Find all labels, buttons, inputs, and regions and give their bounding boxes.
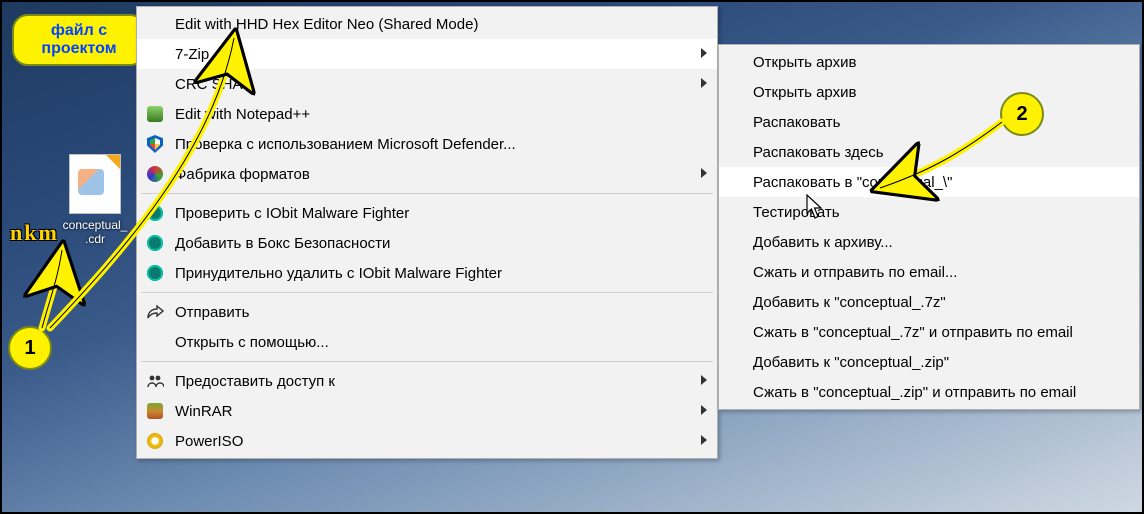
submenu-item-label: Сжать в "conceptual_.7z" и отправить по … <box>753 324 1073 341</box>
submenu-item-7[interactable]: Сжать и отправить по email... <box>719 257 1139 287</box>
menu-item-0[interactable]: Edit with HHD Hex Editor Neo (Shared Mod… <box>137 9 717 39</box>
share-icon <box>145 302 165 322</box>
submenu-item-1[interactable]: Открыть архив <box>719 77 1139 107</box>
submenu-item-10[interactable]: Добавить к "conceptual_.zip" <box>719 347 1139 377</box>
submenu-item-label: Сжать и отправить по email... <box>753 264 957 281</box>
submenu-item-label: Сжать в "conceptual_.zip" и отправить по… <box>753 384 1076 401</box>
menu-item-label: Предоставить доступ к <box>175 373 335 390</box>
screenshot-frame: conceptual_ .cdr nkm файл с проектом Edi… <box>0 0 1144 514</box>
submenu-arrow-icon <box>701 405 707 415</box>
blank-icon <box>145 332 165 352</box>
menu-item-15[interactable]: WinRAR <box>137 396 717 426</box>
people-icon <box>145 371 165 391</box>
watermark-text: nkm <box>10 220 59 246</box>
menu-item-14[interactable]: Предоставить доступ к <box>137 366 717 396</box>
menu-item-2[interactable]: CRC SHA <box>137 69 717 99</box>
menu-item-3[interactable]: Edit with Notepad++ <box>137 99 717 129</box>
menu-item-label: Принудительно удалить с IObit Malware Fi… <box>175 265 502 282</box>
menu-item-label: CRC SHA <box>175 76 243 93</box>
desktop-file-icon[interactable]: conceptual_ .cdr <box>60 154 130 246</box>
iobit-icon <box>145 203 165 223</box>
winrar-icon <box>145 401 165 421</box>
submenu-item-9[interactable]: Сжать в "conceptual_.7z" и отправить по … <box>719 317 1139 347</box>
submenu-item-0[interactable]: Открыть архив <box>719 47 1139 77</box>
submenu-item-label: Распаковать <box>753 114 840 131</box>
iobit-icon <box>145 233 165 253</box>
menu-item-16[interactable]: PowerISO <box>137 426 717 456</box>
menu-item-label: Отправить <box>175 304 249 321</box>
submenu-arrow-icon <box>701 375 707 385</box>
menu-item-label: PowerISO <box>175 433 243 450</box>
menu-item-12[interactable]: Открыть с помощью... <box>137 327 717 357</box>
submenu-arrow-icon <box>701 168 707 178</box>
submenu-item-2[interactable]: Распаковать <box>719 107 1139 137</box>
submenu-item-label: Добавить к "conceptual_.zip" <box>753 354 949 371</box>
callout-label: файл с проектом <box>12 14 146 66</box>
submenu-item-label: Добавить к "conceptual_.7z" <box>753 294 946 311</box>
blank-icon <box>145 44 165 64</box>
submenu-arrow-icon <box>701 78 707 88</box>
menu-item-label: Фабрика форматов <box>175 166 310 183</box>
menu-item-label: Проверка с использованием Microsoft Defe… <box>175 136 516 153</box>
step-badge-2: 2 <box>1000 92 1044 136</box>
blank-icon <box>145 74 165 94</box>
menu-item-label: Проверить с IObit Malware Fighter <box>175 205 409 222</box>
menu-item-4[interactable]: Проверка с использованием Microsoft Defe… <box>137 129 717 159</box>
menu-separator <box>141 361 713 362</box>
iobit-icon <box>145 263 165 283</box>
submenu-arrow-icon <box>701 435 707 445</box>
submenu-item-6[interactable]: Добавить к архиву... <box>719 227 1139 257</box>
step-badge-1: 1 <box>8 326 52 370</box>
submenu-item-4[interactable]: Распаковать в "conceptual_\" <box>719 167 1139 197</box>
submenu-item-label: Тестировать <box>753 204 840 221</box>
menu-item-label: Edit with HHD Hex Editor Neo (Shared Mod… <box>175 16 478 33</box>
submenu-item-label: Распаковать здесь <box>753 144 884 161</box>
submenu-item-5[interactable]: Тестировать <box>719 197 1139 227</box>
menu-item-5[interactable]: Фабрика форматов <box>137 159 717 189</box>
menu-item-label: WinRAR <box>175 403 233 420</box>
menu-item-7[interactable]: Проверить с IObit Malware Fighter <box>137 198 717 228</box>
menu-item-label: 7-Zip <box>175 46 209 63</box>
submenu-arrow-icon <box>701 48 707 58</box>
menu-separator <box>141 193 713 194</box>
blank-icon <box>145 14 165 34</box>
menu-item-label: Открыть с помощью... <box>175 334 329 351</box>
menu-item-label: Edit with Notepad++ <box>175 106 310 123</box>
menu-item-label: Добавить в Бокс Безопасности <box>175 235 390 252</box>
submenu-item-label: Открыть архив <box>753 84 856 101</box>
file-thumbnail-icon <box>69 154 121 214</box>
submenu-item-3[interactable]: Распаковать здесь <box>719 137 1139 167</box>
menu-item-9[interactable]: Принудительно удалить с IObit Malware Fi… <box>137 258 717 288</box>
submenu-item-11[interactable]: Сжать в "conceptual_.zip" и отправить по… <box>719 377 1139 407</box>
submenu-item-label: Добавить к архиву... <box>753 234 893 251</box>
defender-icon <box>145 134 165 154</box>
context-menu: Edit with HHD Hex Editor Neo (Shared Mod… <box>136 6 718 459</box>
menu-item-11[interactable]: Отправить <box>137 297 717 327</box>
menu-item-8[interactable]: Добавить в Бокс Безопасности <box>137 228 717 258</box>
poweriso-icon <box>145 431 165 451</box>
ff-icon <box>145 164 165 184</box>
context-submenu-7zip: Открыть архив Открыть архив Распаковать Рас… <box>718 44 1140 410</box>
submenu-item-8[interactable]: Добавить к "conceptual_.7z" <box>719 287 1139 317</box>
submenu-item-label: Открыть архив <box>753 54 856 71</box>
np-icon <box>145 104 165 124</box>
submenu-item-label: Распаковать в "conceptual_\" <box>753 174 952 191</box>
menu-item-1[interactable]: 7-Zip <box>137 39 717 69</box>
file-name-label: conceptual_ .cdr <box>60 218 130 246</box>
menu-separator <box>141 292 713 293</box>
